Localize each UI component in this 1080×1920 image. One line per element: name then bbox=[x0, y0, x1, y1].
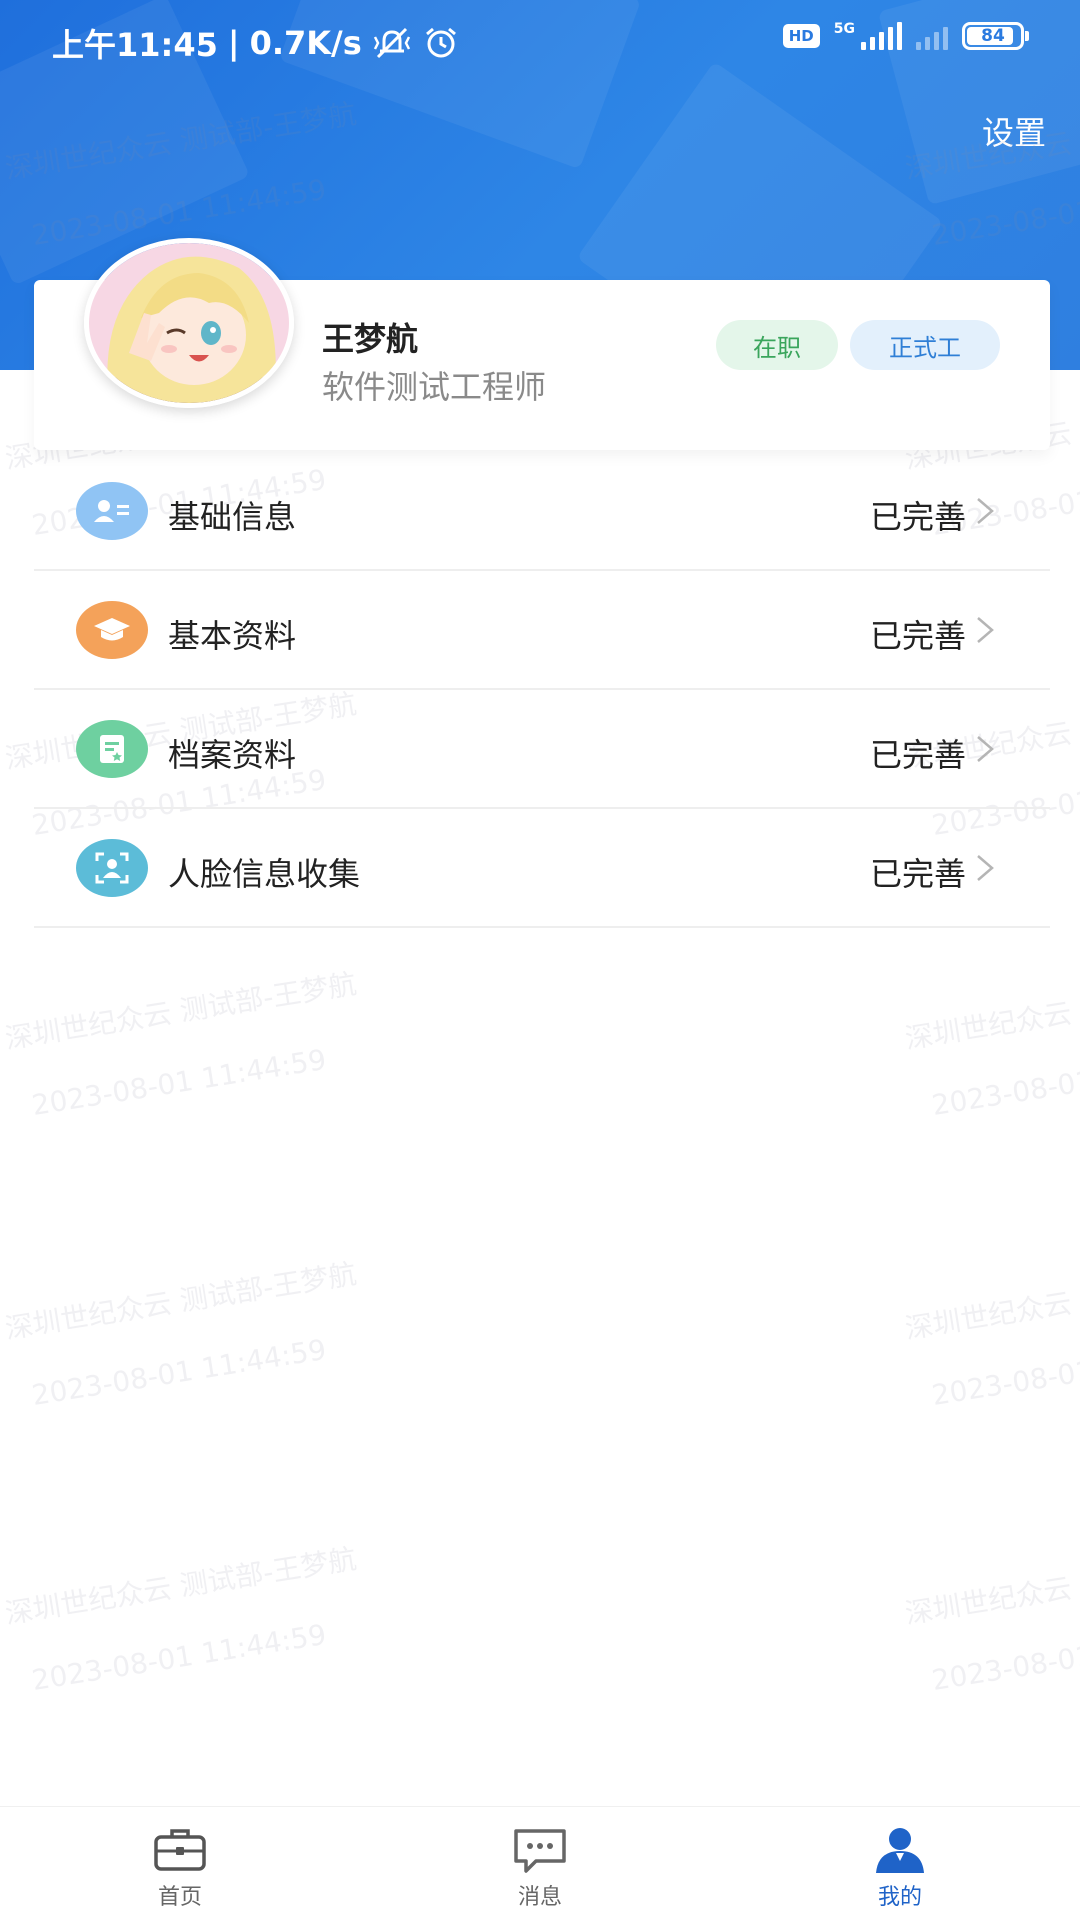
status-divider: | bbox=[227, 24, 240, 62]
watermark-text: 深圳世纪众云 测试部-王梦航 bbox=[902, 1257, 1080, 1346]
tab-label: 消息 bbox=[517, 1885, 562, 1910]
face-scan-icon bbox=[76, 839, 148, 897]
graduation-cap-icon bbox=[76, 601, 148, 659]
avatar-image bbox=[89, 243, 289, 403]
watermark-date: 2023-08-01 11:44:59 bbox=[29, 1042, 329, 1123]
hd-badge: HD bbox=[782, 24, 820, 48]
employment-type-badge: 正式工 bbox=[850, 320, 1000, 370]
battery-level: 84 bbox=[981, 26, 1005, 46]
briefcase-icon bbox=[154, 1829, 206, 1871]
watermark-date: 2023-08-01 11:44:59 bbox=[929, 1618, 1080, 1698]
watermark-date: 2023-08-01 11:44:59 bbox=[929, 1043, 1080, 1123]
status-time: 上午11:45 bbox=[52, 26, 218, 64]
tab-mine[interactable]: 我的 bbox=[720, 1807, 1080, 1920]
chevron-right-icon bbox=[977, 617, 994, 643]
bottom-tab-bar: 首页 消息 我的 bbox=[0, 1806, 1080, 1920]
profile-card: 王梦航 软件测试工程师 在职 正式工 bbox=[34, 238, 1050, 450]
settings-button[interactable]: 设置 bbox=[982, 108, 1046, 154]
tab-label: 首页 bbox=[157, 1885, 202, 1910]
menu-item-status: 已完善 bbox=[869, 498, 966, 536]
chevron-right-icon bbox=[977, 855, 994, 881]
tab-label: 我的 bbox=[877, 1885, 922, 1910]
alarm-clock-icon bbox=[425, 27, 456, 58]
menu-item-label: 基础信息 bbox=[168, 498, 297, 536]
document-icon bbox=[76, 720, 148, 778]
id-card-icon bbox=[76, 482, 148, 540]
chevron-right-icon bbox=[977, 736, 994, 762]
menu-item-archive[interactable]: 档案资料 已完善 bbox=[34, 690, 1050, 809]
menu-item-label: 档案资料 bbox=[168, 736, 297, 774]
menu-item-face-info[interactable]: 人脸信息收集 已完善 bbox=[34, 809, 1050, 928]
menu-item-label: 基本资料 bbox=[168, 617, 297, 655]
chat-bubble-icon bbox=[514, 1829, 566, 1873]
user-job-title: 软件测试工程师 bbox=[322, 368, 547, 406]
menu-item-status: 已完善 bbox=[869, 617, 966, 655]
menu-item-status: 已完善 bbox=[869, 736, 966, 774]
menu-item-label: 人脸信息收集 bbox=[168, 855, 361, 893]
user-name: 王梦航 bbox=[322, 320, 419, 358]
person-icon bbox=[876, 1828, 924, 1873]
tab-messages[interactable]: 消息 bbox=[360, 1807, 720, 1920]
avatar[interactable] bbox=[84, 238, 294, 408]
profile-menu-list: 基础信息 已完善 基本资料 已完善 档案资料 已完善 人脸信息收集 已完善 bbox=[34, 452, 1050, 928]
network-type-label: 5G bbox=[833, 21, 855, 37]
tab-home[interactable]: 首页 bbox=[0, 1807, 360, 1920]
watermark-date: 2023-08-01 11:44:59 bbox=[29, 1617, 329, 1698]
menu-item-basic-info[interactable]: 基础信息 已完善 bbox=[34, 452, 1050, 571]
signal-secondary-icon bbox=[916, 22, 948, 50]
watermark-date: 2023-08-01 11:44:59 bbox=[929, 1333, 1080, 1413]
employment-status-badge: 在职 bbox=[716, 320, 838, 370]
signal-strength-icon bbox=[861, 22, 902, 50]
battery-icon: 84 bbox=[962, 22, 1029, 50]
watermark-text: 深圳世纪众云 测试部-王梦航 bbox=[902, 1542, 1080, 1631]
status-bar: 上午11:45 | 0.7K/s HD 5G 84 bbox=[0, 0, 1080, 84]
watermark-text: 深圳世纪众云 测试部-王梦航 bbox=[2, 1542, 359, 1631]
mute-bell-icon bbox=[373, 27, 410, 59]
status-speed: 0.7K/s bbox=[249, 24, 362, 62]
menu-item-basic-profile[interactable]: 基本资料 已完善 bbox=[34, 571, 1050, 690]
chevron-right-icon bbox=[977, 498, 994, 524]
watermark-text: 深圳世纪众云 测试部-王梦航 bbox=[2, 967, 359, 1056]
menu-item-status: 已完善 bbox=[869, 855, 966, 893]
watermark-text: 深圳世纪众云 测试部-王梦航 bbox=[2, 1257, 359, 1346]
watermark-text: 深圳世纪众云 测试部-王梦航 bbox=[902, 967, 1080, 1056]
watermark-date: 2023-08-01 11:44:59 bbox=[29, 1332, 329, 1413]
